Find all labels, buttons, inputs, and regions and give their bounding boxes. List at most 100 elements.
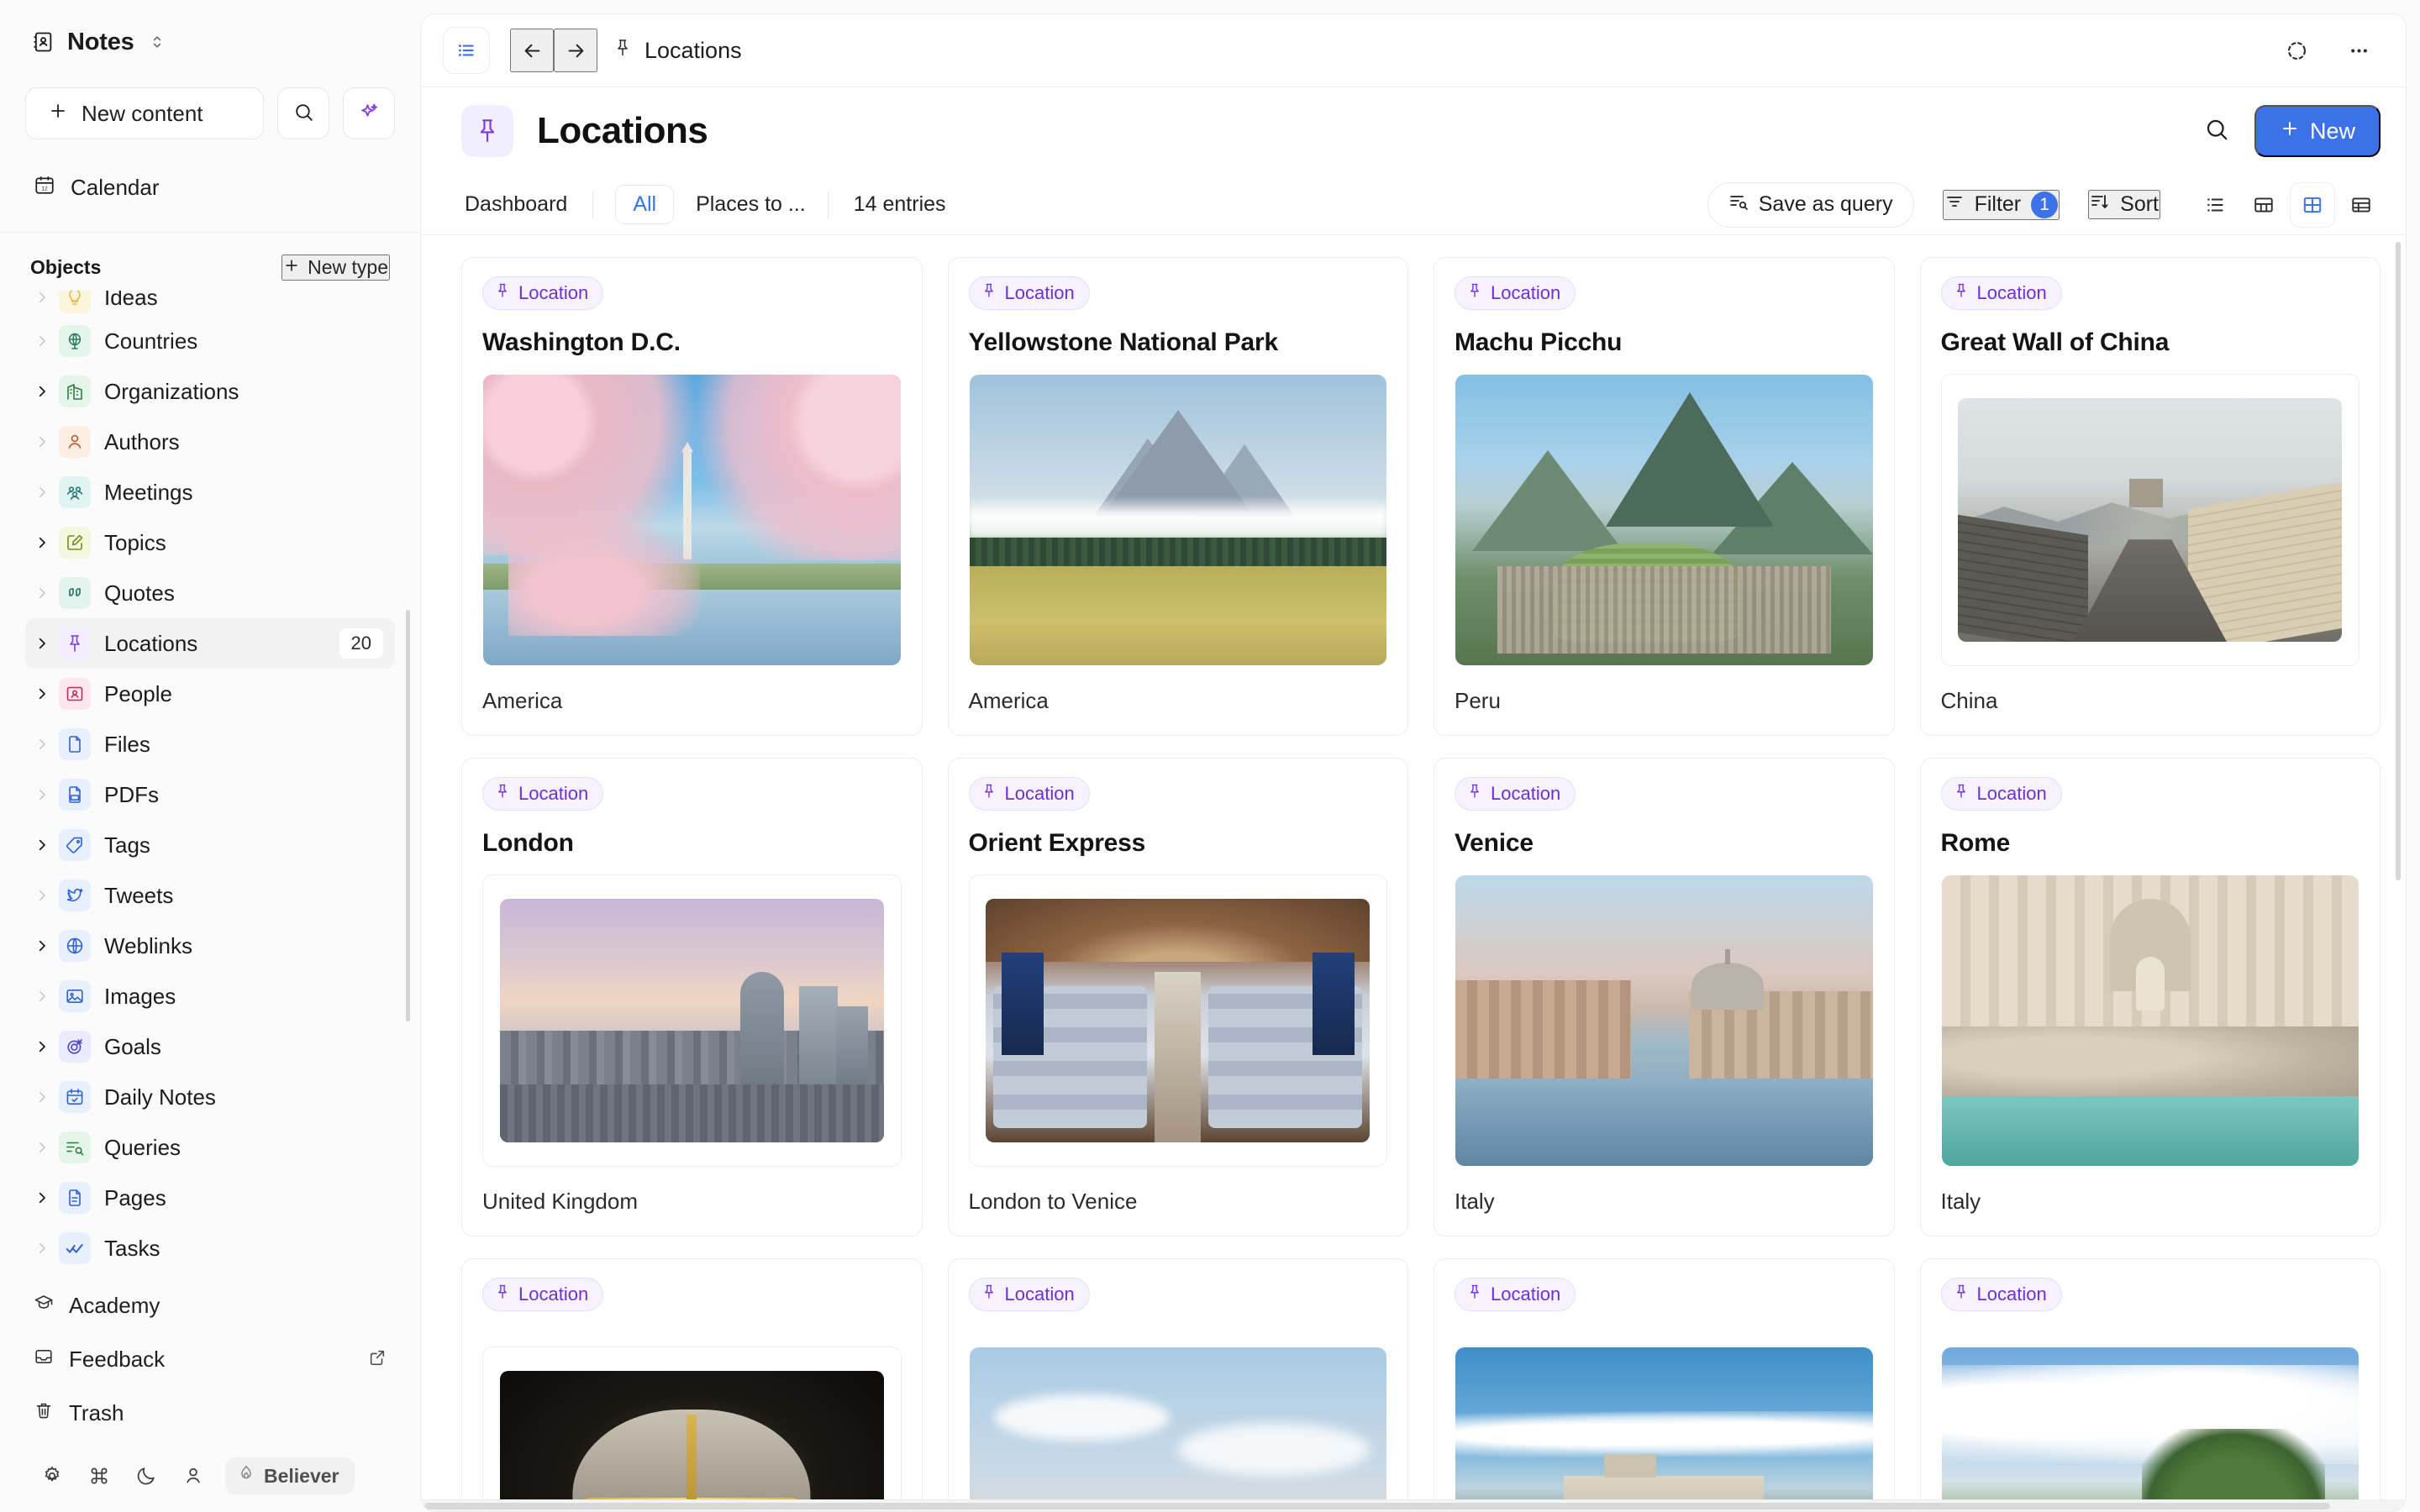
location-card[interactable]: Location Rome Italy: [1919, 758, 2381, 1236]
sidebar-item-quotes[interactable]: Quotes: [25, 568, 395, 618]
chevron-right-icon[interactable]: [25, 1190, 59, 1205]
sidebar-item-topics[interactable]: Topics: [25, 517, 395, 568]
sidebar-scrollbar[interactable]: [406, 610, 410, 1021]
new-type-button[interactable]: New type: [281, 255, 390, 281]
sidebar-item-trash[interactable]: Trash: [25, 1386, 395, 1440]
list-view-button[interactable]: [2192, 182, 2238, 228]
person-icon[interactable]: [170, 1465, 217, 1487]
type-chip[interactable]: Location: [1940, 1278, 2062, 1311]
type-chip[interactable]: Location: [1940, 276, 2062, 310]
location-card[interactable]: Location Machu Picchu Peru: [1434, 257, 1895, 736]
sidebar-toggle-button[interactable]: [443, 27, 490, 74]
space-selector[interactable]: Notes: [25, 18, 395, 66]
type-chip[interactable]: Location: [482, 1278, 604, 1311]
chevron-right-icon[interactable]: [25, 888, 59, 903]
location-card[interactable]: LocationSalzburg: [1434, 1258, 1895, 1510]
sidebar-item-meetings[interactable]: Meetings: [25, 467, 395, 517]
sidebar-item-goals[interactable]: Goals: [25, 1021, 395, 1072]
chevron-right-icon[interactable]: [25, 1241, 59, 1256]
chevron-right-icon[interactable]: [25, 938, 59, 953]
sidebar-item-tags[interactable]: Tags: [25, 820, 395, 870]
view-tab-all[interactable]: All: [615, 185, 675, 224]
chevron-updown-icon[interactable]: [146, 31, 168, 53]
chevron-right-icon[interactable]: [25, 384, 59, 399]
type-chip[interactable]: Location: [968, 1278, 1090, 1311]
ellipsis-icon[interactable]: [2337, 29, 2381, 72]
location-card[interactable]: Location Yellowstone National Park America: [947, 257, 1408, 736]
view-tab-places-to[interactable]: Places to ...: [696, 192, 806, 217]
moon-icon[interactable]: [123, 1465, 170, 1487]
chevron-right-icon[interactable]: [25, 737, 59, 752]
sidebar-item-files[interactable]: Files: [25, 719, 395, 769]
sidebar-item-pdfs[interactable]: PDFs: [25, 769, 395, 820]
sidebar-item-tweets[interactable]: Tweets: [25, 870, 395, 921]
sidebar-item-countries[interactable]: Countries: [25, 316, 395, 366]
type-chip[interactable]: Location: [482, 777, 604, 811]
chevron-right-icon[interactable]: [25, 837, 59, 853]
sidebar-item-tasks[interactable]: Tasks: [25, 1223, 395, 1270]
main-scrollbar[interactable]: [2396, 242, 2401, 880]
chevron-right-icon[interactable]: [25, 1039, 59, 1054]
sidebar-item-calendar[interactable]: 12 Calendar: [25, 161, 395, 213]
dashboard-tab[interactable]: Dashboard: [461, 192, 571, 217]
forward-button[interactable]: [554, 29, 597, 72]
sidebar-item-people[interactable]: People: [25, 669, 395, 719]
sidebar-item-academy[interactable]: Academy: [25, 1278, 395, 1332]
chevron-right-icon[interactable]: [25, 1089, 59, 1105]
sidebar-item-pages[interactable]: Pages: [25, 1173, 395, 1223]
sidebar-search-button[interactable]: [277, 87, 329, 139]
back-button[interactable]: [510, 29, 554, 72]
horizontal-scrollbar[interactable]: [421, 1499, 2406, 1511]
location-card[interactable]: Location Washington D.C. America: [461, 257, 923, 736]
grid-view-button[interactable]: [2290, 181, 2335, 228]
sidebar-item-organizations[interactable]: Organizations: [25, 366, 395, 417]
filter-button[interactable]: Filter 1: [1942, 189, 2060, 220]
location-card[interactable]: Location Orient Express London to Venice: [947, 758, 1408, 1236]
chevron-right-icon[interactable]: [25, 989, 59, 1004]
type-chip[interactable]: Location: [482, 276, 604, 310]
chevron-right-icon[interactable]: [25, 1140, 59, 1155]
chevron-right-icon[interactable]: [25, 636, 59, 651]
horizontal-scrollbar-thumb[interactable]: [424, 1503, 2330, 1509]
sidebar-item-queries[interactable]: Queries: [25, 1122, 395, 1173]
sidebar-item-locations[interactable]: Locations 20: [25, 618, 395, 669]
type-chip[interactable]: Location: [1455, 1278, 1576, 1311]
type-chip[interactable]: Location: [968, 276, 1090, 310]
chevron-right-icon[interactable]: [25, 585, 59, 601]
gallery-view-button[interactable]: [2241, 182, 2286, 228]
search-icon[interactable]: [2204, 117, 2229, 146]
chevron-right-icon[interactable]: [25, 333, 59, 349]
chevron-right-icon[interactable]: [25, 434, 59, 449]
sidebar-item-ideas[interactable]: Ideas: [25, 291, 395, 316]
type-chip[interactable]: Location: [1455, 777, 1576, 811]
external-link-icon[interactable]: [368, 1347, 387, 1373]
type-chip[interactable]: Location: [1455, 276, 1576, 310]
chevron-right-icon[interactable]: [25, 535, 59, 550]
location-card[interactable]: Location Venice Italy: [1434, 758, 1895, 1236]
save-as-query-button[interactable]: Save as query: [1707, 181, 1914, 228]
chevron-right-icon[interactable]: [25, 686, 59, 701]
command-icon[interactable]: [76, 1465, 123, 1487]
location-card[interactable]: LocationSutton Hoo: [461, 1258, 923, 1510]
location-card[interactable]: LocationWoolsthorpe Manor: [1919, 1258, 2381, 1510]
chevron-right-icon[interactable]: [25, 485, 59, 500]
sort-button[interactable]: Sort: [2088, 190, 2160, 219]
type-chip[interactable]: Location: [1940, 777, 2062, 811]
type-chip[interactable]: Location: [968, 777, 1090, 811]
new-button[interactable]: New: [2254, 105, 2381, 157]
ai-assistant-button[interactable]: [343, 87, 395, 139]
dashed-circle-icon[interactable]: [2275, 29, 2318, 72]
breadcrumb[interactable]: Locations: [613, 38, 742, 64]
sidebar-item-authors[interactable]: Authors: [25, 417, 395, 467]
sidebar-item-images[interactable]: Images: [25, 971, 395, 1021]
new-content-button[interactable]: New content: [25, 87, 264, 139]
sidebar-item-weblinks[interactable]: Weblinks: [25, 921, 395, 971]
chevron-right-icon[interactable]: [25, 291, 59, 305]
gear-icon[interactable]: [29, 1465, 76, 1487]
location-card[interactable]: LocationNew York: [947, 1258, 1408, 1510]
location-card[interactable]: Location London United Kingdom: [461, 758, 923, 1236]
sidebar-item-feedback[interactable]: Feedback: [25, 1332, 395, 1386]
plan-badge[interactable]: Believer: [225, 1457, 355, 1495]
location-card[interactable]: Location Great Wall of China China: [1919, 257, 2381, 736]
sidebar-item-daily-notes[interactable]: Daily Notes: [25, 1072, 395, 1122]
